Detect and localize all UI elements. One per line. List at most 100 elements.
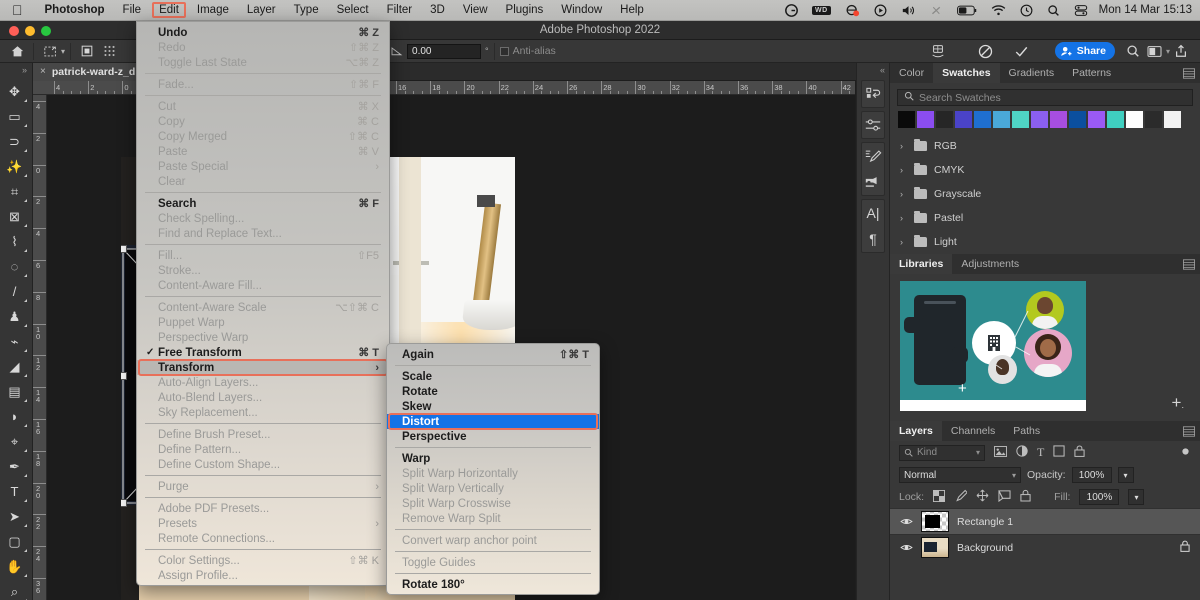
object-selection-tool[interactable]: ✨	[0, 154, 29, 179]
path-selection-tool[interactable]: ➤	[0, 504, 29, 529]
brush-settings-icon[interactable]	[862, 143, 884, 169]
tab-color[interactable]: Color	[890, 63, 933, 83]
filter-adjustment-icon[interactable]	[1016, 445, 1028, 460]
lock-transparency-icon[interactable]	[933, 489, 946, 505]
menu-image[interactable]: Image	[188, 4, 238, 16]
swatch-chip[interactable]	[1164, 111, 1181, 128]
history-brush-tool[interactable]: ⌁	[0, 329, 29, 354]
eye-icon[interactable]	[900, 543, 913, 552]
move-tool[interactable]: ✥	[0, 79, 29, 104]
menu-window[interactable]: Window	[552, 4, 611, 16]
document-tab[interactable]: × patrick-ward-z_d	[33, 62, 146, 81]
swatch-chip[interactable]	[898, 111, 915, 128]
lock-position-icon[interactable]	[976, 489, 989, 505]
layer-thumbnail[interactable]	[921, 511, 949, 532]
swatch-chip[interactable]	[1145, 111, 1162, 128]
swatch-group-cmyk[interactable]: › CMYK	[890, 158, 1200, 182]
lock-all-icon[interactable]	[1020, 489, 1031, 505]
rectangular-marquee-tool[interactable]: ▭	[0, 104, 29, 129]
swatch-chip[interactable]	[974, 111, 991, 128]
menu-item-rotate[interactable]: Rotate	[387, 384, 599, 399]
tab-patterns[interactable]: Patterns	[1063, 63, 1120, 83]
chevron-down-icon[interactable]: ▾	[61, 47, 65, 56]
share-export-icon[interactable]	[1170, 42, 1192, 60]
menu-item-search[interactable]: Search ⌘ F	[137, 196, 389, 211]
reference-point-icon[interactable]	[76, 42, 98, 60]
workspace-icon[interactable]	[1144, 42, 1166, 60]
wifi-icon[interactable]	[984, 4, 1013, 17]
panel-menu-icon[interactable]	[1178, 254, 1200, 274]
swatch-chip[interactable]	[1088, 111, 1105, 128]
layer-thumbnail[interactable]	[921, 537, 949, 558]
menu-view[interactable]: View	[454, 4, 497, 16]
warp-icon[interactable]	[927, 42, 949, 60]
expand-panel-icon[interactable]: »	[0, 63, 32, 79]
chevron-right-icon[interactable]: ›	[900, 165, 907, 175]
play-circle-icon[interactable]	[867, 4, 894, 17]
filter-smart-icon[interactable]	[1074, 445, 1085, 460]
edit-menu-dropdown[interactable]: Undo ⌘ Z Redo ⇧⌘ Z Toggle Last State ⌥⌘ Z Fade…	[136, 21, 390, 586]
layer-filter-kind-select[interactable]: Kind ▾	[899, 444, 985, 461]
control-center-icon[interactable]	[1067, 4, 1095, 17]
menu-3d[interactable]: 3D	[421, 4, 454, 16]
chevron-right-icon[interactable]: ›	[900, 189, 907, 199]
tab-libraries[interactable]: Libraries	[890, 254, 953, 274]
panel-menu-icon[interactable]	[1178, 63, 1200, 83]
swatch-group-grayscale[interactable]: › Grayscale	[890, 182, 1200, 206]
recent-swatches[interactable]	[898, 111, 1193, 128]
tab-gradients[interactable]: Gradients	[1000, 63, 1064, 83]
lock-artboard-icon[interactable]	[998, 489, 1011, 505]
swatch-group-pastel[interactable]: › Pastel	[890, 206, 1200, 230]
transform-submenu[interactable]: Again ⇧⌘ T Scale Rotate Skew Distort Perspecti…	[386, 343, 600, 595]
add-asset-icon[interactable]: +.	[1172, 393, 1184, 413]
battery-icon[interactable]	[950, 5, 984, 16]
menu-photoshop[interactable]: Photoshop	[36, 4, 114, 16]
transform-handle-middle-left[interactable]	[121, 372, 127, 380]
tab-adjustments[interactable]: Adjustments	[952, 254, 1028, 274]
layer-row[interactable]: Background	[890, 534, 1200, 560]
tab-channels[interactable]: Channels	[942, 421, 1004, 441]
lasso-tool[interactable]: ⊃	[0, 129, 29, 154]
swatch-chip[interactable]	[1031, 111, 1048, 128]
opacity-stepper-chevron-icon[interactable]: ▾	[1117, 467, 1134, 483]
swatch-chip[interactable]	[993, 111, 1010, 128]
swatch-chip[interactable]	[1126, 111, 1143, 128]
transform-handle-bottom-left[interactable]	[121, 499, 127, 507]
menu-bar-clock[interactable]: Mon 14 Mar 15:13	[1095, 4, 1200, 16]
angle-value-field[interactable]: 0.00	[407, 43, 482, 59]
menu-item-perspective[interactable]: Perspective	[387, 429, 599, 444]
filter-pixel-icon[interactable]	[994, 445, 1007, 460]
screen-record-icon[interactable]	[838, 4, 867, 17]
menu-item-free-transform[interactable]: ✓ Free Transform ⌘ T	[137, 345, 389, 360]
swatch-chip[interactable]	[1050, 111, 1067, 128]
library-asset-preview[interactable]: +	[900, 281, 1086, 411]
type-tool[interactable]: T	[0, 479, 29, 504]
gradient-tool[interactable]: ▤	[0, 379, 29, 404]
menu-item-undo[interactable]: Undo ⌘ Z	[137, 25, 389, 40]
close-icon[interactable]: ×	[40, 66, 46, 77]
dodge-tool[interactable]: ⌖	[0, 429, 29, 454]
time-machine-icon[interactable]	[1013, 4, 1040, 17]
swatch-chip[interactable]	[917, 111, 934, 128]
menu-help[interactable]: Help	[611, 4, 653, 16]
volume-icon[interactable]	[894, 4, 923, 17]
eye-icon[interactable]	[900, 517, 913, 526]
menu-layer[interactable]: Layer	[238, 4, 285, 16]
menu-item-skew[interactable]: Skew	[387, 399, 599, 414]
filter-shape-icon[interactable]	[1053, 445, 1065, 460]
fill-stepper-chevron-icon[interactable]: ▾	[1128, 489, 1145, 505]
collapse-panel-icon[interactable]: «	[857, 63, 889, 77]
menu-item-warp[interactable]: Warp	[387, 451, 599, 466]
rectangle-tool[interactable]: ▢	[0, 529, 29, 554]
frame-tool[interactable]: ⊠	[0, 204, 29, 229]
search-swatches-input[interactable]: Search Swatches	[897, 89, 1193, 106]
lock-image-icon[interactable]	[954, 489, 969, 505]
crop-tool[interactable]: ⌗	[0, 179, 29, 204]
swatch-chip[interactable]	[955, 111, 972, 128]
fill-value-field[interactable]: 100%	[1079, 489, 1120, 505]
search-icon[interactable]	[1122, 42, 1144, 60]
blend-mode-select[interactable]: Normal ▾	[899, 467, 1021, 483]
menu-select[interactable]: Select	[328, 4, 378, 16]
clone-stamp-tool[interactable]: ♟	[0, 304, 29, 329]
eraser-tool[interactable]: ◢	[0, 354, 29, 379]
